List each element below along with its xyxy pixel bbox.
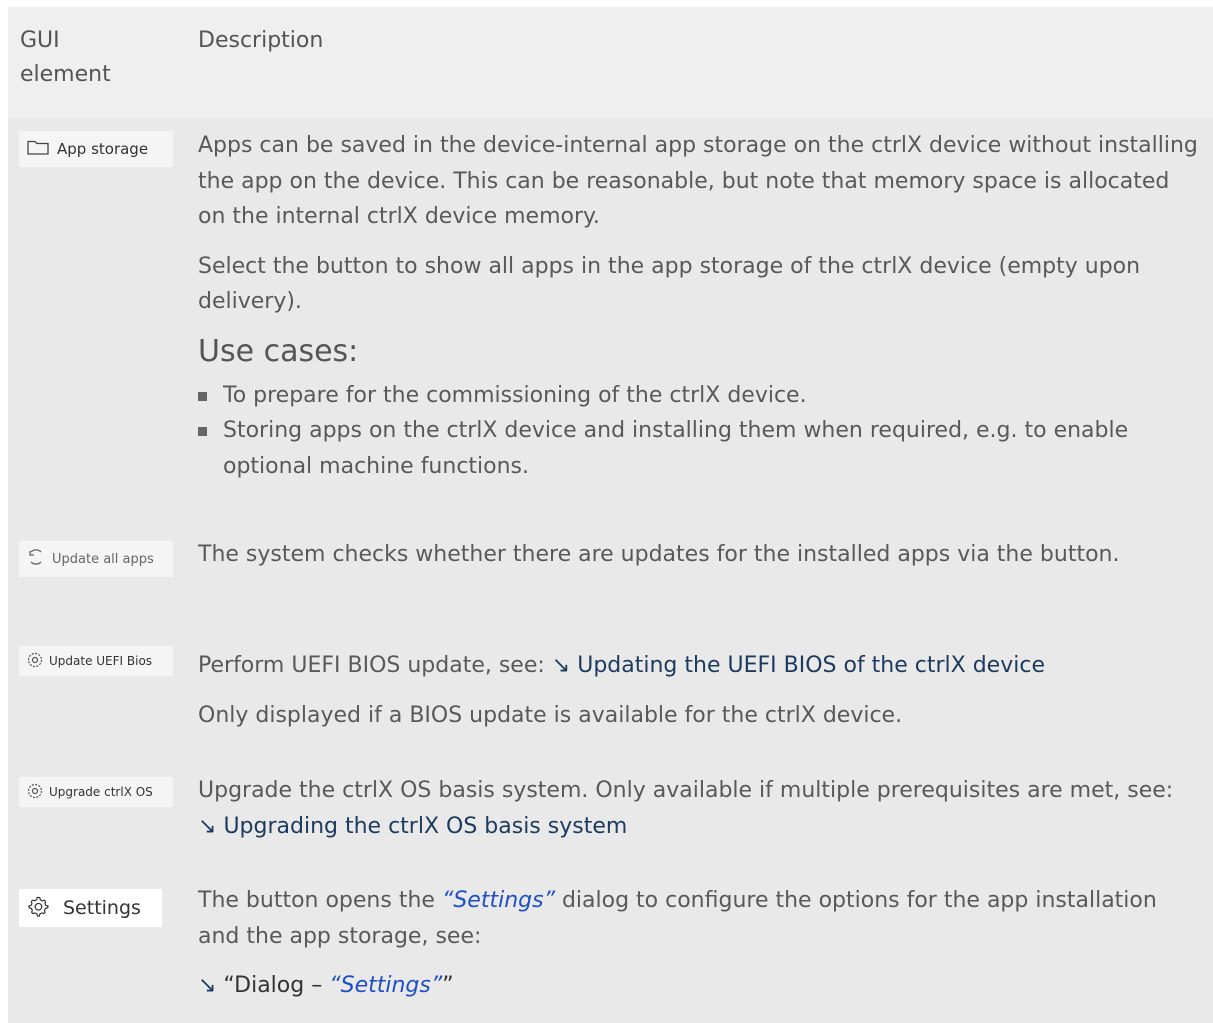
settings-button[interactable]: Settings — [19, 889, 162, 927]
link-arrow-icon: ↘ — [198, 973, 217, 998]
header-gui-element: GUI element — [20, 24, 111, 92]
app-storage-para1: Apps can be saved in the device-internal… — [198, 133, 1198, 229]
upgrade-ctrlx-para1: Upgrade the ctrlX OS basis system. Only … — [198, 773, 1198, 844]
table-header: GUI element Description — [8, 7, 1213, 118]
settings-label: Settings — [63, 897, 141, 919]
app-storage-button[interactable]: App storage — [19, 131, 173, 167]
upgrade-ctrlx-os-button[interactable]: Upgrade ctrlX OS — [19, 777, 173, 807]
update-all-apps-description: The system checks whether there are upda… — [198, 537, 1198, 573]
use-cases-heading: Use cases: — [198, 333, 359, 369]
update-uefi-bios-label: Update UEFI Bios — [49, 654, 153, 668]
list-item: Storing apps on the ctrlX device and ins… — [198, 413, 1198, 484]
link-arrow-icon: ↘ — [551, 653, 571, 678]
settings-description: The button opens the “Settings” dialog t… — [198, 883, 1198, 1004]
app-storage-para2: Select the button to show all apps in th… — [198, 253, 1141, 315]
settings-para1: The button opens the “Settings” dialog t… — [198, 883, 1198, 954]
folder-icon — [27, 139, 49, 159]
use-cases-list: To prepare for the commissioning of the … — [198, 378, 1198, 485]
app-storage-description: Apps can be saved in the device-internal… — [198, 128, 1198, 484]
updating-uefi-bios-link[interactable]: Updating the UEFI BIOS of the ctrlX devi… — [577, 653, 1045, 678]
header-description: Description — [198, 28, 324, 53]
header-gui-element-line1: GUI — [20, 28, 60, 53]
settings-ital-reference: “Settings” — [441, 888, 555, 913]
update-uefi-para1-text: Perform UEFI BIOS update, see: — [198, 653, 552, 678]
update-uefi-bios-button[interactable]: Update UEFI Bios — [19, 646, 173, 676]
header-gui-element-line2: element — [20, 62, 111, 87]
link-arrow-icon: ↘ — [198, 813, 217, 839]
upgrade-ctrlx-os-label: Upgrade ctrlX OS — [49, 785, 153, 799]
settings-link-suffix: ” — [442, 973, 454, 998]
update-uefi-para1: Perform UEFI BIOS update, see: ↘ Updatin… — [198, 648, 1198, 684]
settings-dialog-link[interactable]: ↘ “Dialog – “Settings”” — [198, 968, 1198, 1004]
gui-element-table: GUI element Description App storage Apps… — [8, 7, 1213, 1023]
upgrading-ctrlx-os-link[interactable]: Upgrading the ctrlX OS basis system — [223, 814, 627, 839]
update-uefi-para2: Only displayed if a BIOS update is avail… — [198, 702, 903, 728]
refresh-icon — [27, 548, 45, 570]
list-item: To prepare for the commissioning of the … — [198, 378, 1198, 414]
update-all-apps-label: Update all apps — [52, 551, 154, 567]
settings-para1-prefix: The button opens the — [198, 888, 442, 913]
update-all-apps-para1: The system checks whether there are upda… — [198, 542, 1120, 567]
update-all-apps-button[interactable]: Update all apps — [19, 541, 173, 577]
upgrade-ctrlx-para1-text: Upgrade the ctrlX OS basis system. Only … — [198, 778, 1174, 803]
settings-link-prefix: “Dialog – — [216, 973, 330, 998]
update-gear-icon — [27, 783, 43, 802]
update-gear-icon — [27, 652, 43, 671]
gear-icon — [27, 895, 49, 922]
update-uefi-description: Perform UEFI BIOS update, see: ↘ Updatin… — [198, 648, 1198, 733]
settings-link-ital: “Settings” — [329, 973, 443, 998]
app-storage-label: App storage — [57, 140, 149, 158]
upgrade-ctrlx-description: Upgrade the ctrlX OS basis system. Only … — [198, 773, 1198, 844]
